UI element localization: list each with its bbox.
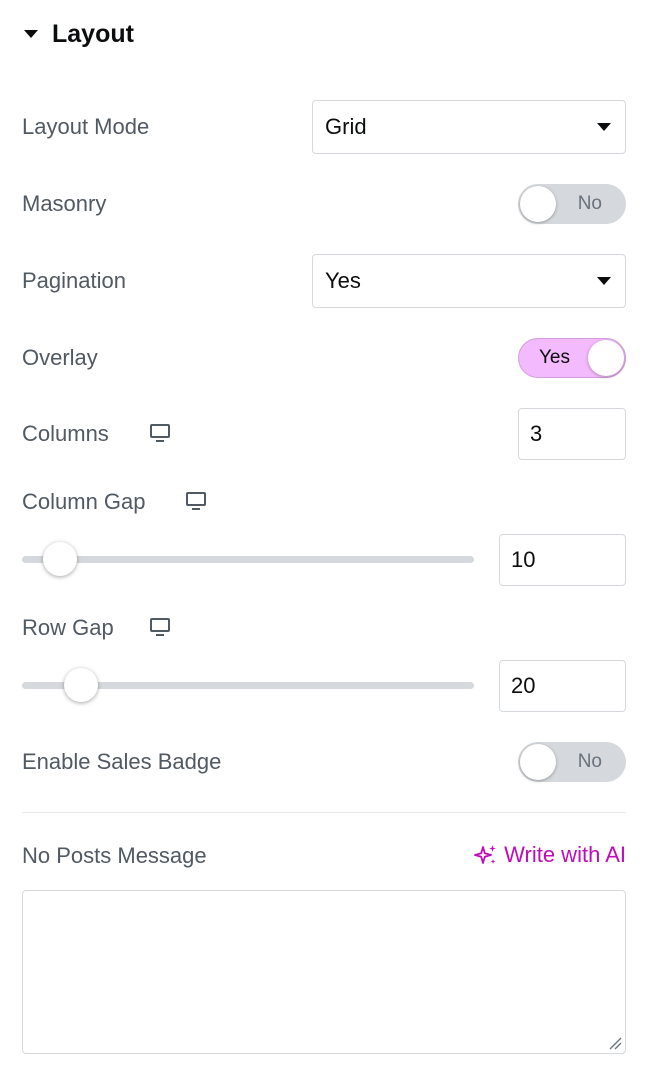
layout-mode-select[interactable]: Grid xyxy=(312,100,626,154)
divider xyxy=(22,812,626,813)
column-gap-slider-track[interactable] xyxy=(22,556,474,563)
sales-badge-toggle-text: No xyxy=(577,751,602,772)
toggle-knob xyxy=(520,744,556,780)
columns-input[interactable]: 3 xyxy=(518,408,626,460)
section-toggle-layout[interactable]: Layout xyxy=(24,18,134,50)
overlay-toggle-text: Yes xyxy=(539,347,570,368)
chevron-down-icon xyxy=(597,277,611,285)
column-gap-slider-thumb[interactable] xyxy=(42,542,77,576)
desktop-icon[interactable] xyxy=(185,490,207,512)
masonry-toggle[interactable]: No xyxy=(518,184,626,224)
ai-sparkle-icon xyxy=(474,845,497,864)
column-gap-label: Column Gap xyxy=(22,489,146,514)
caret-down-icon xyxy=(24,30,38,38)
pagination-label: Pagination xyxy=(22,268,126,293)
pagination-value: Yes xyxy=(325,268,361,293)
row-gap-label: Row Gap xyxy=(22,615,114,640)
row-gap-slider-thumb[interactable] xyxy=(63,668,98,702)
no-posts-message-label: No Posts Message xyxy=(22,843,207,868)
resize-handle-icon[interactable] xyxy=(608,1036,622,1050)
overlay-toggle[interactable]: Yes xyxy=(518,338,626,378)
row-gap-input[interactable]: 20 xyxy=(499,660,626,712)
layout-mode-label: Layout Mode xyxy=(22,114,150,139)
no-posts-message-textarea[interactable] xyxy=(22,890,626,1054)
sales-badge-label: Enable Sales Badge xyxy=(22,749,222,774)
column-gap-input[interactable]: 10 xyxy=(499,534,626,586)
toggle-knob xyxy=(520,186,556,222)
chevron-down-icon xyxy=(597,123,611,131)
layout-mode-value: Grid xyxy=(325,114,367,139)
columns-label: Columns xyxy=(22,421,109,446)
masonry-toggle-text: No xyxy=(577,193,602,214)
section-title: Layout xyxy=(52,19,134,48)
desktop-icon[interactable] xyxy=(149,616,171,638)
write-with-ai-text: Write with AI xyxy=(504,842,626,867)
desktop-icon[interactable] xyxy=(149,422,171,444)
toggle-knob xyxy=(588,340,624,376)
overlay-label: Overlay xyxy=(22,345,98,370)
write-with-ai-link[interactable]: Write with AI xyxy=(474,842,626,868)
sales-badge-toggle[interactable]: No xyxy=(518,742,626,782)
pagination-select[interactable]: Yes xyxy=(312,254,626,308)
masonry-label: Masonry xyxy=(22,191,107,216)
